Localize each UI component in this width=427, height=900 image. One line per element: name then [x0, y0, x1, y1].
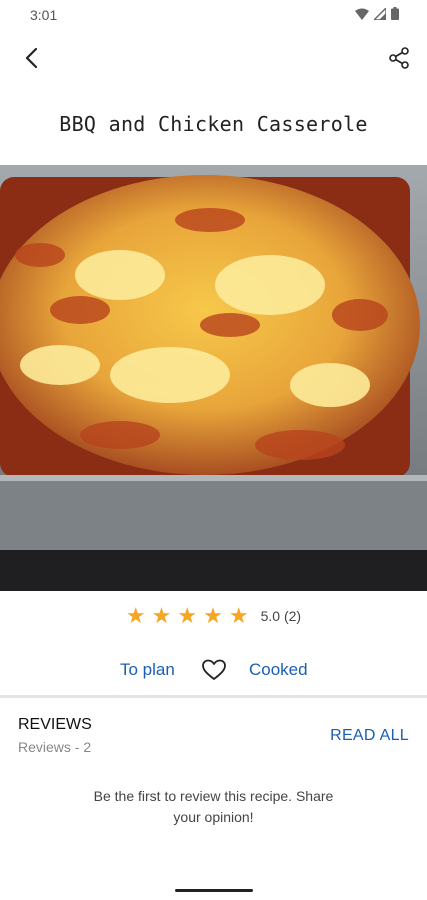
gesture-nav-handle[interactable] — [175, 889, 253, 892]
star-icon: ★ — [151, 603, 172, 628]
status-time: 3:01 — [30, 7, 58, 23]
recipe-photo — [0, 165, 427, 591]
read-all-button[interactable]: READ ALL — [330, 727, 409, 745]
status-bar: 3:01 — [0, 0, 427, 30]
to-plan-button[interactable]: To plan — [120, 660, 175, 680]
signal-icon — [374, 7, 386, 20]
arrow-back-icon — [25, 47, 38, 69]
reviews-count: Reviews - 2 — [18, 739, 92, 755]
cooked-button[interactable]: Cooked — [249, 660, 308, 680]
recipe-title: BBQ and Chicken Casserole — [59, 112, 368, 136]
share-button[interactable] — [381, 40, 417, 76]
reviews-empty-message: Be the first to review this recipe. Shar… — [93, 788, 334, 825]
rating-text: 5.0 (2) — [260, 608, 302, 624]
favorite-button[interactable] — [200, 656, 228, 684]
divider — [0, 695, 427, 698]
status-icons — [355, 7, 399, 20]
star-icon: ★ — [228, 603, 249, 628]
actions-row: To plan Cooked — [0, 656, 427, 686]
star-icon: ★ — [125, 603, 146, 628]
heart-icon — [202, 659, 226, 680]
star-icon: ★ — [203, 603, 223, 628]
reviews-heading: REVIEWS — [18, 716, 92, 733]
battery-icon — [391, 7, 399, 20]
share-icon — [389, 47, 409, 69]
back-button[interactable] — [14, 40, 50, 76]
app-bar — [0, 30, 427, 86]
rating-row: ★ ★ ★ ★ ★ 5.0 (2) — [0, 605, 427, 627]
wifi-icon — [355, 8, 369, 20]
star-icon: ★ — [177, 603, 198, 628]
